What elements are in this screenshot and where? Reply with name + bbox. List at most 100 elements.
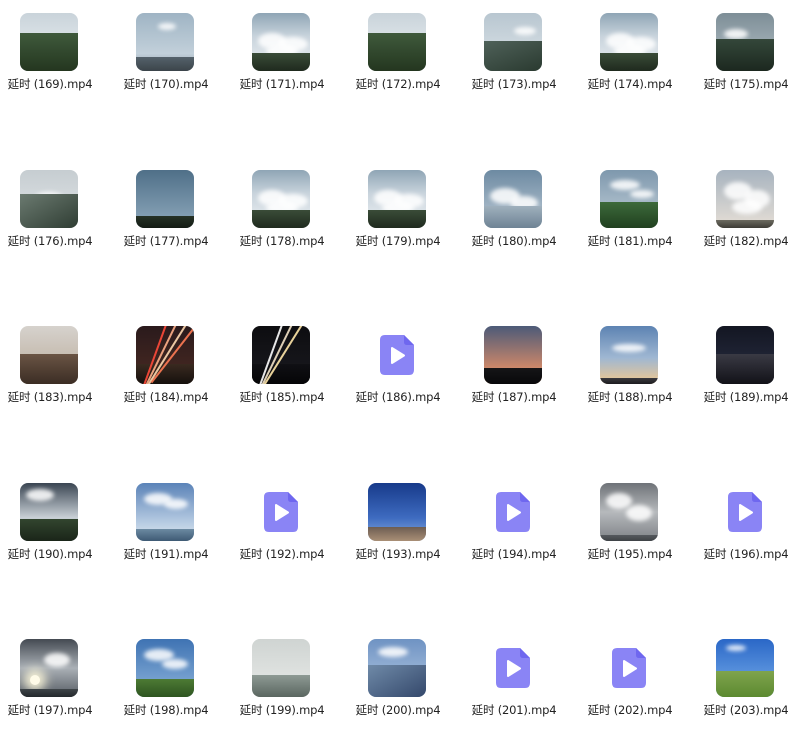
file-name-label: 延时 (181).mp4 xyxy=(587,234,673,248)
file-item[interactable]: 延时 (191).mp4 xyxy=(116,470,232,580)
thumbnail-cloud xyxy=(158,23,176,30)
thumbnail-ground xyxy=(716,39,774,71)
file-item[interactable]: 延时 (173).mp4 xyxy=(464,0,580,110)
thumbnail-cloud xyxy=(378,647,408,657)
thumbnail-cloud xyxy=(164,499,188,509)
file-item[interactable]: 延时 (186).mp4 xyxy=(348,313,464,423)
file-item[interactable]: 延时 (176).mp4 xyxy=(0,157,116,267)
file-item[interactable]: 延时 (195).mp4 xyxy=(580,470,696,580)
file-name-label: 延时 (193).mp4 xyxy=(355,547,441,561)
file-item[interactable]: 延时 (175).mp4 xyxy=(696,0,800,110)
file-item[interactable]: 延时 (192).mp4 xyxy=(232,470,348,580)
thumbnail-ground xyxy=(252,210,310,228)
file-name-label: 延时 (199).mp4 xyxy=(239,703,325,717)
file-name-label: 延时 (172).mp4 xyxy=(355,77,441,91)
video-thumbnail xyxy=(136,639,194,697)
thumbnail-ground xyxy=(136,679,194,697)
file-item[interactable]: 延时 (179).mp4 xyxy=(348,157,464,267)
thumbnail-ground xyxy=(252,675,310,697)
file-name-label: 延时 (170).mp4 xyxy=(123,77,209,91)
file-name-label: 延时 (177).mp4 xyxy=(123,234,209,248)
file-name-label: 延时 (194).mp4 xyxy=(471,547,557,561)
file-name-label: 延时 (185).mp4 xyxy=(239,390,325,404)
file-item[interactable]: 延时 (185).mp4 xyxy=(232,313,348,423)
file-item[interactable]: 延时 (201).mp4 xyxy=(464,626,580,736)
file-item[interactable]: 延时 (169).mp4 xyxy=(0,0,116,110)
video-thumbnail xyxy=(252,639,310,697)
video-thumbnail xyxy=(20,170,78,228)
video-thumbnail xyxy=(600,326,658,384)
video-thumbnail xyxy=(484,13,542,71)
thumbnail-ground xyxy=(20,194,78,228)
file-name-label: 延时 (174).mp4 xyxy=(587,77,673,91)
video-thumbnail xyxy=(136,13,194,71)
file-item[interactable]: 延时 (187).mp4 xyxy=(464,313,580,423)
thumbnail-ground xyxy=(716,220,774,228)
video-file-icon xyxy=(380,335,414,375)
thumbnail-cloud xyxy=(612,344,646,352)
file-name-label: 延时 (197).mp4 xyxy=(7,703,93,717)
video-file-icon xyxy=(496,492,530,532)
thumbnail-ground xyxy=(136,529,194,541)
file-item[interactable]: 延时 (184).mp4 xyxy=(116,313,232,423)
video-thumbnail xyxy=(368,170,426,228)
thumbnail-ground xyxy=(20,354,78,384)
video-file-icon xyxy=(496,648,530,688)
video-thumbnail xyxy=(600,170,658,228)
file-name-label: 延时 (182).mp4 xyxy=(703,234,789,248)
thumbnail-ground xyxy=(368,527,426,541)
file-item[interactable]: 延时 (170).mp4 xyxy=(116,0,232,110)
file-item[interactable]: 延时 (174).mp4 xyxy=(580,0,696,110)
thumbnail-ground xyxy=(368,210,426,228)
video-thumbnail xyxy=(252,170,310,228)
file-name-label: 延时 (188).mp4 xyxy=(587,390,673,404)
file-item[interactable]: 延时 (196).mp4 xyxy=(696,470,800,580)
file-item[interactable]: 延时 (202).mp4 xyxy=(580,626,696,736)
thumbnail-ground xyxy=(600,53,658,71)
video-thumbnail xyxy=(484,326,542,384)
file-name-label: 延时 (187).mp4 xyxy=(471,390,557,404)
file-item[interactable]: 延时 (180).mp4 xyxy=(464,157,580,267)
thumbnail-sun xyxy=(30,675,40,685)
file-item[interactable]: 延时 (189).mp4 xyxy=(696,313,800,423)
video-thumbnail xyxy=(600,483,658,541)
video-thumbnail xyxy=(20,326,78,384)
file-name-label: 延时 (196).mp4 xyxy=(703,547,789,561)
video-thumbnail xyxy=(368,13,426,71)
video-thumbnail xyxy=(20,483,78,541)
thumbnail-cloud xyxy=(606,493,632,509)
video-file-icon xyxy=(612,648,646,688)
video-thumbnail xyxy=(20,639,78,697)
file-item[interactable]: 延时 (171).mp4 xyxy=(232,0,348,110)
thumbnail-cloud xyxy=(44,653,70,667)
thumbnail-cloud xyxy=(630,190,654,198)
file-item[interactable]: 延时 (203).mp4 xyxy=(696,626,800,736)
file-name-label: 延时 (192).mp4 xyxy=(239,547,325,561)
file-name-label: 延时 (178).mp4 xyxy=(239,234,325,248)
file-item[interactable]: 延时 (200).mp4 xyxy=(348,626,464,736)
file-item[interactable]: 延时 (190).mp4 xyxy=(0,470,116,580)
file-item[interactable]: 延时 (197).mp4 xyxy=(0,626,116,736)
file-item[interactable]: 延时 (199).mp4 xyxy=(232,626,348,736)
file-item[interactable]: 延时 (198).mp4 xyxy=(116,626,232,736)
file-item[interactable]: 延时 (183).mp4 xyxy=(0,313,116,423)
video-thumbnail xyxy=(20,13,78,71)
thumbnail-ground xyxy=(716,354,774,384)
thumbnail-cloud xyxy=(732,200,762,214)
file-name-label: 延时 (190).mp4 xyxy=(7,547,93,561)
thumbnail-cloud xyxy=(162,659,188,669)
file-item[interactable]: 延时 (193).mp4 xyxy=(348,470,464,580)
file-item[interactable]: 延时 (194).mp4 xyxy=(464,470,580,580)
file-item[interactable]: 延时 (172).mp4 xyxy=(348,0,464,110)
file-item[interactable]: 延时 (177).mp4 xyxy=(116,157,232,267)
file-item[interactable]: 延时 (178).mp4 xyxy=(232,157,348,267)
thumbnail-sky xyxy=(600,326,658,384)
file-item[interactable]: 延时 (182).mp4 xyxy=(696,157,800,267)
file-name-label: 延时 (202).mp4 xyxy=(587,703,673,717)
file-name-label: 延时 (189).mp4 xyxy=(703,390,789,404)
file-name-label: 延时 (184).mp4 xyxy=(123,390,209,404)
thumbnail-ground xyxy=(20,519,78,541)
file-item[interactable]: 延时 (181).mp4 xyxy=(580,157,696,267)
file-item[interactable]: 延时 (188).mp4 xyxy=(580,313,696,423)
thumbnail-ground xyxy=(600,202,658,228)
